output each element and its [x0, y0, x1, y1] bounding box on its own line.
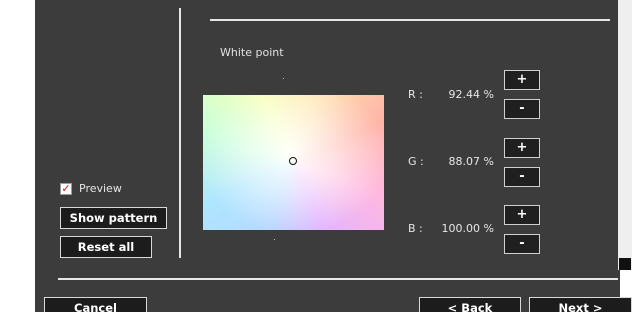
channel-label-b: B : — [408, 222, 423, 235]
scrollbar[interactable] — [618, 0, 632, 270]
white-point-label: White point — [220, 46, 284, 59]
next-button[interactable]: Next > — [529, 297, 632, 315]
axis-tick — [283, 78, 284, 79]
top-divider — [210, 19, 610, 21]
bottom-divider — [58, 278, 618, 280]
axis-tick — [274, 239, 275, 240]
g-decrease-button[interactable]: - — [504, 167, 540, 187]
channel-value-r: 92.44 % — [448, 88, 494, 101]
channel-label-g: G : — [408, 155, 424, 168]
reset-all-button[interactable]: Reset all — [60, 236, 152, 258]
back-button[interactable]: < Back — [419, 297, 521, 315]
b-increase-button[interactable]: + — [504, 205, 540, 225]
preview-label: Preview — [79, 182, 122, 195]
r-decrease-button[interactable]: - — [504, 99, 540, 119]
r-increase-button[interactable]: + — [504, 70, 540, 90]
cancel-button[interactable]: Cancel — [44, 297, 147, 315]
channel-value-g: 88.07 % — [448, 155, 494, 168]
channel-label-r: R : — [408, 88, 423, 101]
preview-checkbox[interactable]: ✓ — [60, 183, 72, 195]
vertical-divider — [179, 8, 181, 258]
channel-value-b: 100.00 % — [441, 222, 494, 235]
white-point-marker[interactable] — [289, 157, 297, 165]
scrollbar-thumb[interactable] — [619, 258, 631, 270]
g-increase-button[interactable]: + — [504, 138, 540, 158]
b-decrease-button[interactable]: - — [504, 234, 540, 254]
show-pattern-button[interactable]: Show pattern — [60, 207, 167, 229]
